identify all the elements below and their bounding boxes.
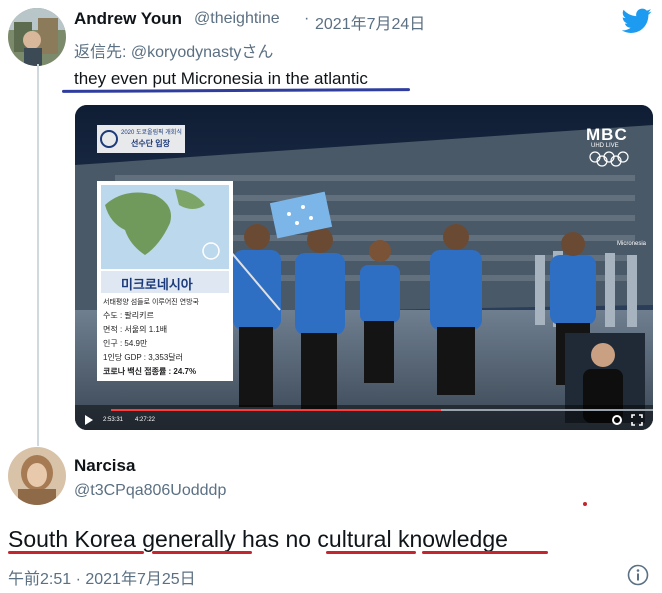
video-player[interactable]: 2020 도쿄올림픽 개회식 선수단 입장 MBC UHD LIVE 미크로네시… xyxy=(75,105,653,430)
meta-separator: · xyxy=(304,10,310,27)
handdrawn-underline xyxy=(152,551,252,554)
country-name: 미크로네시아 xyxy=(121,277,193,292)
play-button[interactable] xyxy=(81,410,97,428)
info-icon[interactable] xyxy=(627,564,649,586)
info-line: 인구 : 54.9만 xyxy=(103,339,148,348)
video-frame xyxy=(75,105,653,430)
olympic-rings-icon xyxy=(589,151,629,172)
twitter-bird-icon[interactable] xyxy=(621,8,652,34)
tweet-text: South Korea generally has no cultural kn… xyxy=(8,526,508,552)
tweet-timestamp[interactable]: 午前2:51 · 2021年7月25日 xyxy=(8,565,196,589)
thread-connector xyxy=(37,64,39,446)
broadcaster-logo: MBC xyxy=(586,125,628,144)
stray-dot xyxy=(583,502,587,506)
reply-to[interactable]: 返信先: @koryodynastyさん xyxy=(74,38,273,62)
handdrawn-underline xyxy=(8,551,144,554)
avatar-narcisa[interactable] xyxy=(8,447,66,505)
tweet-text: they even put Micronesia in the atlantic xyxy=(74,69,368,88)
info-line: 수도 : 팔리키르 xyxy=(103,311,154,320)
tweet-date[interactable]: 2021年7月24日 xyxy=(315,10,425,34)
broadcaster-sub: UHD LIVE xyxy=(591,143,619,149)
settings-icon[interactable] xyxy=(611,413,623,425)
info-line: 1인당 GDP : 3,353달러 xyxy=(103,353,183,362)
author-name[interactable]: Andrew Youn xyxy=(74,9,182,29)
info-line: 서태평양 섬들로 이루어진 연방국 xyxy=(103,299,199,306)
progress-bar[interactable] xyxy=(111,407,653,413)
broadcast-title: 선수단 입장 xyxy=(131,139,171,148)
fullscreen-icon[interactable] xyxy=(631,413,643,426)
info-line: 코로나 백신 접종률 : 24.7% xyxy=(103,367,197,376)
author-name[interactable]: Narcisa xyxy=(74,456,135,476)
time-current: 2:53:31 xyxy=(103,417,124,423)
handdrawn-underline xyxy=(61,88,411,93)
author-handle[interactable]: @t3CPqa806Uodddp xyxy=(74,482,226,500)
time-total: 4:27:22 xyxy=(135,417,156,423)
flag-label: Micronesia xyxy=(617,241,647,247)
broadcast-tag: 2020 도쿄올림픽 개회식 xyxy=(121,130,182,136)
author-handle[interactable]: @theightine xyxy=(194,10,280,28)
avatar-andrew[interactable] xyxy=(8,8,66,66)
info-line: 면적 : 서울의 1.1배 xyxy=(103,325,168,334)
handdrawn-underline xyxy=(422,551,548,554)
handdrawn-underline xyxy=(326,551,416,554)
